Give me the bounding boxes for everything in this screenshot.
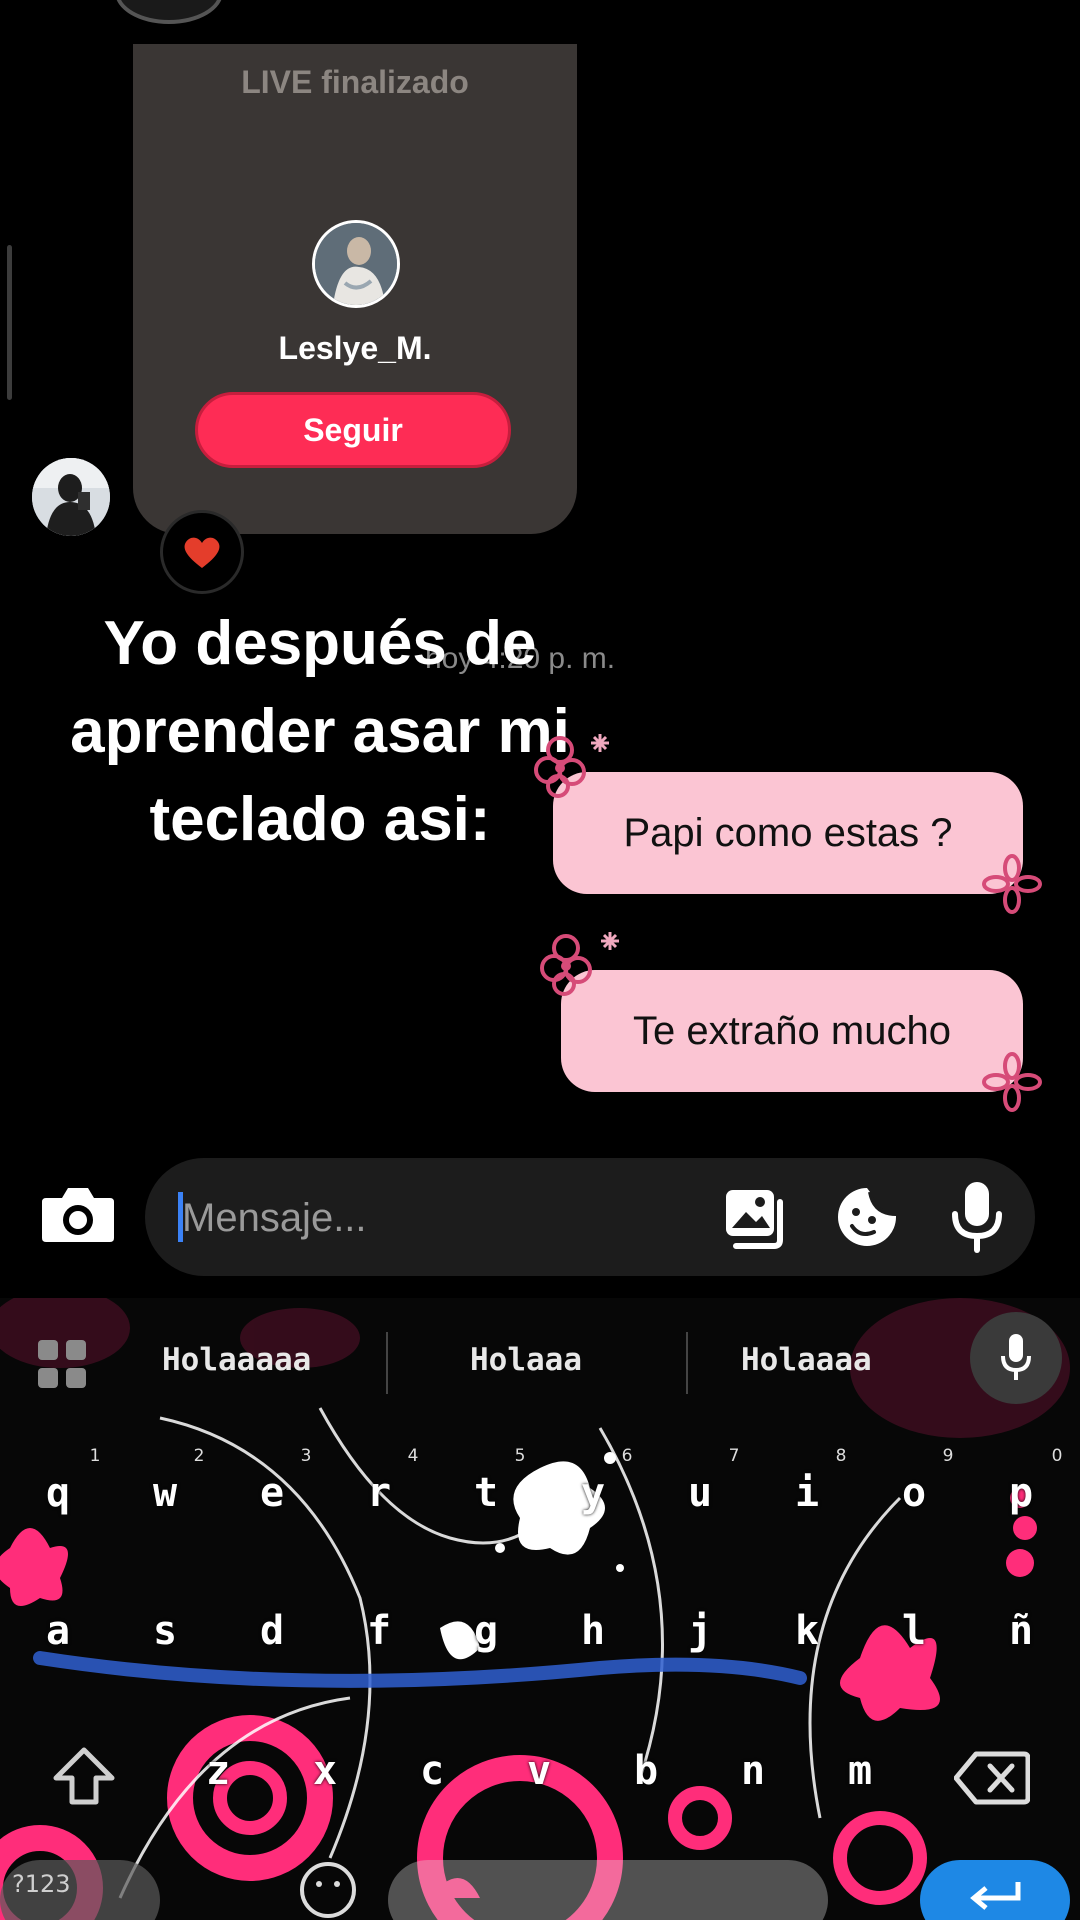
key-hint: 8 (835, 1446, 847, 1466)
key-z[interactable]: z (188, 1748, 248, 1794)
key-i[interactable]: i (777, 1470, 837, 1516)
flower-decoration-icon (982, 854, 1042, 914)
key-x[interactable]: x (295, 1748, 355, 1794)
key-g[interactable]: g (456, 1608, 516, 1654)
camera-button[interactable] (38, 1180, 118, 1250)
live-user-avatar[interactable] (312, 220, 400, 308)
key-f[interactable]: f (349, 1608, 409, 1654)
sticker-button[interactable] (834, 1184, 900, 1250)
backspace-icon[interactable] (954, 1750, 1030, 1806)
text-caret (178, 1192, 183, 1242)
key-l[interactable]: l (884, 1608, 944, 1654)
flower-decoration-icon (982, 1052, 1042, 1112)
suggestion-chip[interactable]: Holaaaa (741, 1342, 872, 1378)
microphone-icon (952, 1182, 1002, 1253)
key-e[interactable]: e (242, 1470, 302, 1516)
live-username: Leslye_M. (278, 330, 432, 366)
message-text: Te extraño mucho (633, 1008, 951, 1053)
suggestion-divider (386, 1332, 388, 1394)
message-bubble[interactable]: Papi como estas ? (553, 772, 1023, 894)
key-hint: 7 (728, 1446, 740, 1466)
key-hint: 0 (1051, 1446, 1063, 1466)
heart-reaction[interactable] (160, 510, 244, 594)
space-bar[interactable] (388, 1860, 828, 1920)
symbols-key-label: ?123 (12, 1870, 71, 1898)
key-hint: 6 (621, 1446, 633, 1466)
microphone-button[interactable] (950, 1180, 1004, 1254)
microphone-icon (1001, 1334, 1031, 1380)
enter-icon (970, 1882, 1021, 1910)
camera-icon (42, 1188, 114, 1242)
suggestion-chip[interactable]: Holaaa (470, 1342, 582, 1378)
gallery-icon (726, 1190, 783, 1249)
shift-icon[interactable] (52, 1746, 116, 1806)
live-ended-title: LIVE finalizado (241, 64, 469, 100)
message-text: Papi como estas ? (623, 810, 953, 855)
symbols-key[interactable]: ?123 (0, 1860, 160, 1920)
emoji-icon[interactable] (298, 1860, 358, 1920)
overlay-caption: Yo después de aprender asar mi teclado a… (70, 609, 570, 854)
keyboard[interactable]: Holaaaaa Holaaa Holaaaa 1 2 3 4 5 6 7 8 … (0, 1298, 1080, 1920)
sticker-icon (838, 1188, 897, 1246)
gallery-button[interactable] (722, 1186, 788, 1250)
key-p[interactable]: p (991, 1470, 1051, 1516)
key-q[interactable]: q (28, 1470, 88, 1516)
keyboard-menu-icon[interactable] (36, 1338, 90, 1392)
key-r[interactable]: r (349, 1470, 409, 1516)
key-enye[interactable]: ñ (991, 1608, 1051, 1654)
key-m[interactable]: m (830, 1748, 890, 1794)
key-j[interactable]: j (670, 1608, 730, 1654)
key-y[interactable]: y (563, 1470, 623, 1516)
key-hint: 2 (193, 1446, 205, 1466)
key-n[interactable]: n (723, 1748, 783, 1794)
flower-decoration-icon (534, 734, 609, 798)
suggestion-divider (686, 1332, 688, 1394)
key-k[interactable]: k (777, 1608, 837, 1654)
message-input[interactable] (178, 1178, 702, 1258)
key-b[interactable]: b (616, 1748, 676, 1794)
key-w[interactable]: w (135, 1470, 195, 1516)
key-o[interactable]: o (884, 1470, 944, 1516)
top-avatar[interactable] (115, 0, 223, 24)
key-c[interactable]: c (402, 1748, 462, 1794)
heart-icon (184, 537, 220, 568)
key-s[interactable]: s (135, 1608, 195, 1654)
key-hint: 9 (942, 1446, 954, 1466)
key-a[interactable]: a (28, 1608, 88, 1654)
key-t[interactable]: t (456, 1470, 516, 1516)
scroll-indicator (7, 245, 12, 400)
enter-key[interactable] (920, 1860, 1070, 1920)
follow-button[interactable]: Seguir (195, 392, 511, 468)
key-u[interactable]: u (670, 1470, 730, 1516)
key-d[interactable]: d (242, 1608, 302, 1654)
key-hint: 5 (514, 1446, 526, 1466)
key-h[interactable]: h (563, 1608, 623, 1654)
sender-avatar[interactable] (32, 458, 110, 536)
flower-decoration-icon (540, 932, 619, 996)
key-hint: 3 (300, 1446, 312, 1466)
message-bubble[interactable]: Te extraño mucho (561, 970, 1023, 1092)
voice-input-button[interactable] (970, 1312, 1062, 1404)
key-hint: 1 (89, 1446, 101, 1466)
key-v[interactable]: v (509, 1748, 569, 1794)
suggestion-chip[interactable]: Holaaaaa (162, 1342, 311, 1378)
live-ended-card[interactable]: LIVE finalizado Leslye_M. Seguir (133, 44, 577, 534)
key-hint: 4 (407, 1446, 419, 1466)
